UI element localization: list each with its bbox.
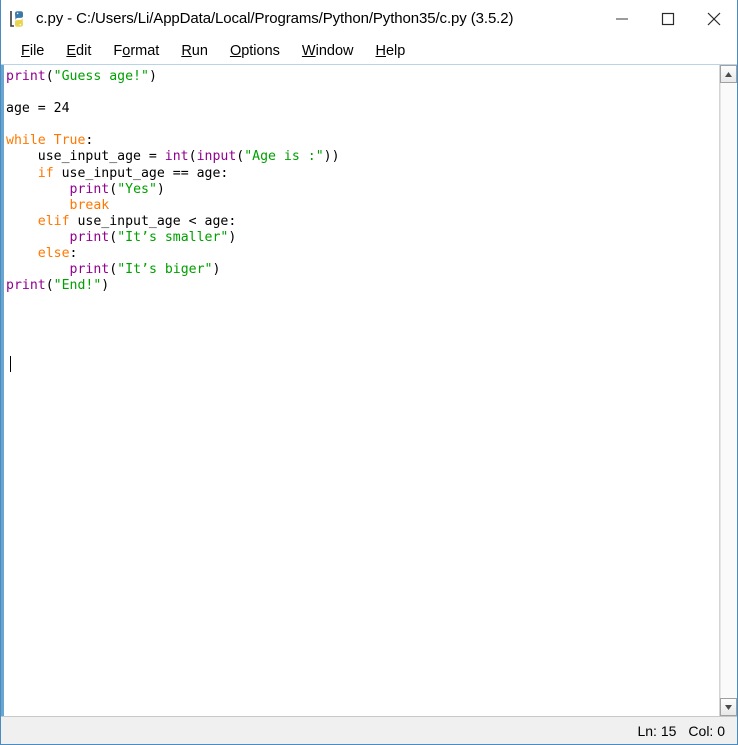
- scroll-down-icon[interactable]: [720, 698, 737, 716]
- status-bar: Ln: 15 Col: 0: [1, 716, 737, 744]
- vertical-scrollbar[interactable]: [719, 65, 737, 716]
- menu-item-run[interactable]: Run: [170, 42, 219, 61]
- minimize-button[interactable]: [599, 2, 645, 35]
- status-line-indicator: Ln: 15: [637, 722, 677, 739]
- idle-editor-window: c.py - C:/Users/Li/AppData/Local/Program…: [0, 0, 738, 745]
- python-idle-icon: [9, 9, 29, 29]
- title-bar: c.py - C:/Users/Li/AppData/Local/Program…: [1, 0, 737, 38]
- maximize-button[interactable]: [645, 2, 691, 35]
- menu-item-edit[interactable]: Edit: [55, 42, 102, 61]
- menu-bar: File Edit Format Run Options Window Help: [1, 38, 737, 65]
- code-text-area[interactable]: print("Guess age!") age = 24 while True:…: [4, 65, 719, 716]
- menu-item-format[interactable]: Format: [102, 42, 170, 61]
- menu-item-options[interactable]: Options: [219, 42, 291, 61]
- menu-item-file[interactable]: File: [10, 42, 55, 61]
- window-controls: [599, 0, 737, 37]
- scroll-up-icon[interactable]: [720, 65, 737, 83]
- window-title: c.py - C:/Users/Li/AppData/Local/Program…: [36, 10, 514, 27]
- editor-area: print("Guess age!") age = 24 while True:…: [1, 65, 737, 716]
- scrollbar-track[interactable]: [720, 83, 737, 698]
- text-caret: [10, 356, 11, 372]
- status-column-indicator: Col: 0: [688, 722, 725, 739]
- menu-item-help[interactable]: Help: [365, 42, 417, 61]
- source-code[interactable]: print("Guess age!") age = 24 while True:…: [6, 69, 719, 294]
- menu-item-window[interactable]: Window: [291, 42, 365, 61]
- close-button[interactable]: [691, 2, 737, 35]
